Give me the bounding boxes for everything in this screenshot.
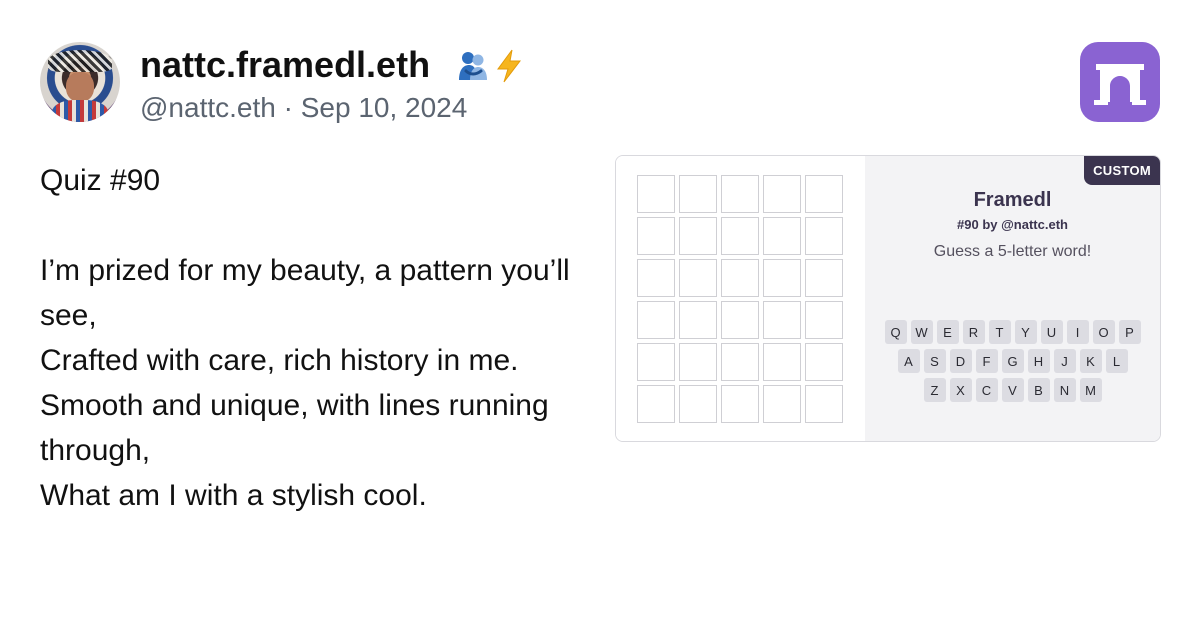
- key-v[interactable]: V: [1001, 378, 1024, 402]
- keyboard-row: ZXCVBNM: [923, 378, 1102, 402]
- key-s[interactable]: S: [923, 349, 946, 373]
- grid-cell: [679, 217, 717, 255]
- key-l[interactable]: L: [1105, 349, 1128, 373]
- key-r[interactable]: R: [962, 320, 985, 344]
- lightning-icon: [497, 49, 522, 83]
- grid-cell: [679, 343, 717, 381]
- post-body: Quiz #90 I’m prized for my beauty, a pat…: [40, 158, 580, 518]
- custom-badge: CUSTOM: [1084, 156, 1160, 185]
- author-badges: [456, 48, 524, 84]
- post-line: Crafted with care, rich history in me.: [40, 344, 519, 377]
- grid-cell: [637, 175, 675, 213]
- author-handle[interactable]: @nattc.eth: [140, 92, 276, 123]
- author-avatar[interactable]: [40, 42, 120, 122]
- grid-cell: [763, 343, 801, 381]
- avatar-hat-detail: [48, 50, 112, 72]
- on-screen-keyboard: QWERTYUIOPASDFGHJKLZXCVBNM: [865, 320, 1160, 402]
- author-display-name[interactable]: nattc.framedl.eth: [140, 44, 430, 86]
- meta-separator: ·: [283, 92, 293, 123]
- grid-cell: [763, 259, 801, 297]
- grid-cell: [763, 301, 801, 339]
- guess-board: [616, 156, 865, 441]
- grid-cell: [721, 301, 759, 339]
- key-u[interactable]: U: [1040, 320, 1063, 344]
- grid-cell: [721, 385, 759, 423]
- key-o[interactable]: O: [1092, 320, 1115, 344]
- key-d[interactable]: D: [949, 349, 972, 373]
- grid-cell: [805, 385, 843, 423]
- grid-cell: [805, 301, 843, 339]
- grid-cell: [721, 259, 759, 297]
- key-n[interactable]: N: [1053, 378, 1076, 402]
- grid-cell: [805, 217, 843, 255]
- keyboard-row: ASDFGHJKL: [897, 349, 1128, 373]
- key-f[interactable]: F: [975, 349, 998, 373]
- key-m[interactable]: M: [1079, 378, 1102, 402]
- post-line: I’m prized for my beauty, a pattern you’…: [40, 254, 570, 332]
- grid-cell: [805, 259, 843, 297]
- key-j[interactable]: J: [1053, 349, 1076, 373]
- grid-cell: [679, 259, 717, 297]
- people-hugging-icon: [459, 52, 487, 80]
- key-z[interactable]: Z: [923, 378, 946, 402]
- key-p[interactable]: P: [1118, 320, 1141, 344]
- key-k[interactable]: K: [1079, 349, 1102, 373]
- grid-cell: [679, 385, 717, 423]
- key-a[interactable]: A: [897, 349, 920, 373]
- grid-cell: [805, 175, 843, 213]
- key-q[interactable]: Q: [884, 320, 907, 344]
- grid-cell: [637, 301, 675, 339]
- grid-cell: [637, 217, 675, 255]
- frame-prompt: Guess a 5-letter word!: [933, 243, 1092, 260]
- post-line: Smooth and unique, with lines running th…: [40, 389, 549, 467]
- key-y[interactable]: Y: [1014, 320, 1037, 344]
- key-i[interactable]: I: [1066, 320, 1089, 344]
- grid-cell: [679, 301, 717, 339]
- frame-title: Framedl: [973, 189, 1052, 211]
- post-line: What am I with a stylish cool.: [40, 479, 427, 512]
- frame-subtitle: #90 by @nattc.eth: [957, 217, 1068, 232]
- key-g[interactable]: G: [1001, 349, 1024, 373]
- author-handle-line: @nattc.eth · Sep 10, 2024: [140, 92, 467, 124]
- keyboard-row: QWERTYUIOP: [884, 320, 1141, 344]
- avatar-shirt-detail: [52, 100, 108, 122]
- guess-grid: [637, 175, 843, 423]
- post-line-title: Quiz #90: [40, 164, 161, 197]
- key-b[interactable]: B: [1027, 378, 1050, 402]
- grid-cell: [637, 385, 675, 423]
- key-x[interactable]: X: [949, 378, 972, 402]
- grid-cell: [805, 343, 843, 381]
- frame-info-panel: CUSTOM Framedl #90 by @nattc.eth Guess a…: [865, 156, 1160, 441]
- grid-cell: [721, 217, 759, 255]
- grid-cell: [763, 175, 801, 213]
- grid-cell: [637, 259, 675, 297]
- grid-cell: [679, 175, 717, 213]
- avatar-face-detail: [66, 72, 94, 102]
- key-t[interactable]: T: [988, 320, 1011, 344]
- grid-cell: [721, 175, 759, 213]
- key-c[interactable]: C: [975, 378, 998, 402]
- post-date[interactable]: Sep 10, 2024: [301, 92, 468, 123]
- grid-cell: [721, 343, 759, 381]
- grid-cell: [637, 343, 675, 381]
- key-w[interactable]: W: [910, 320, 933, 344]
- key-h[interactable]: H: [1027, 349, 1050, 373]
- grid-cell: [763, 217, 801, 255]
- farcaster-logo-icon[interactable]: [1080, 42, 1160, 122]
- grid-cell: [763, 385, 801, 423]
- framedl-frame-card[interactable]: CUSTOM Framedl #90 by @nattc.eth Guess a…: [615, 155, 1161, 442]
- key-e[interactable]: E: [936, 320, 959, 344]
